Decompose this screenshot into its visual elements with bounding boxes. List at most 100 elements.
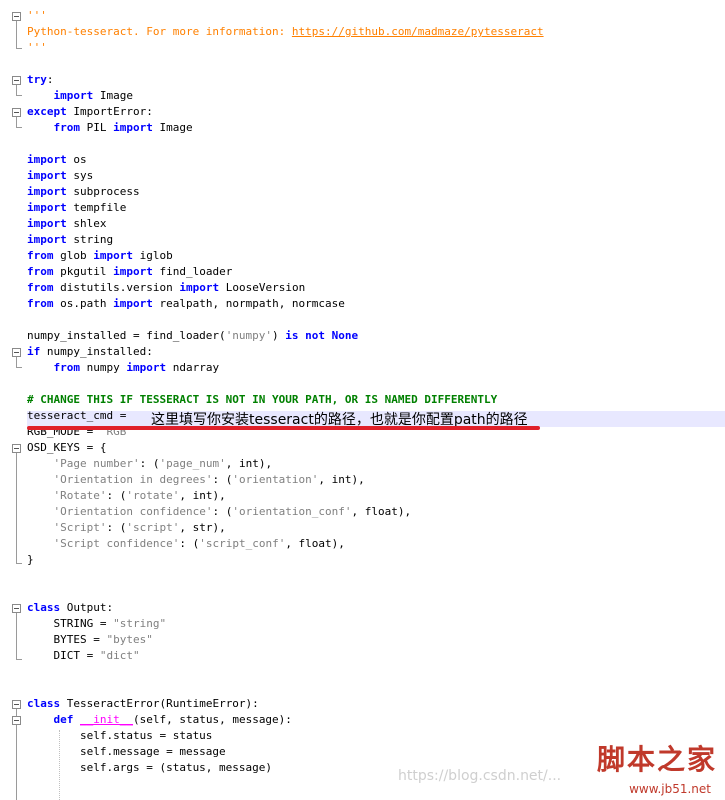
code-line[interactable]: DICT = "dict" (27, 648, 544, 664)
keyword: import (113, 265, 153, 278)
code-line[interactable] (27, 584, 544, 600)
fold-toggle-icon[interactable] (12, 348, 21, 357)
code-editor[interactable]: ''' Python-tesseract. For more informatio… (0, 0, 725, 800)
code-line[interactable]: import tempfile (27, 200, 544, 216)
string-literal: 'orientation' (232, 473, 319, 486)
fold-toggle-icon[interactable] (12, 700, 21, 709)
string-literal: 'script' (126, 521, 180, 534)
code-line[interactable]: self.message = message (27, 744, 544, 760)
code-text: distutils.version (53, 281, 180, 294)
code-line[interactable]: import shlex (27, 216, 544, 232)
code-line[interactable] (27, 568, 544, 584)
code-line[interactable]: except ImportError: (27, 104, 544, 120)
doc-link[interactable]: https://github.com/madmaze/pytesseract (292, 25, 544, 38)
code-line[interactable]: 'Script': ('script', str), (27, 520, 544, 536)
fold-end (16, 127, 22, 128)
code-line[interactable]: STRING = "string" (27, 616, 544, 632)
code-line[interactable]: # CHANGE THIS IF TESSERACT IS NOT IN YOU… (27, 392, 544, 408)
code-line[interactable]: def __init__(self, status, message): (27, 712, 544, 728)
fold-toggle-icon[interactable] (12, 716, 21, 725)
fold-end (16, 95, 22, 96)
code-text: Image (93, 89, 133, 102)
code-line[interactable]: numpy_installed = find_loader('numpy') i… (27, 328, 544, 344)
code-area[interactable]: ''' Python-tesseract. For more informatio… (27, 8, 544, 776)
code-text: : ( (106, 521, 127, 534)
code-line[interactable]: import Image (27, 88, 544, 104)
code-line[interactable]: from glob import iglob (27, 248, 544, 264)
keyword: import (27, 169, 67, 182)
code-line[interactable] (27, 312, 544, 328)
code-line[interactable]: 'Page number': ('page_num', int), (27, 456, 544, 472)
code-line[interactable]: ''' (27, 8, 544, 24)
code-line[interactable]: self.status = status (27, 728, 544, 744)
fold-end (16, 563, 22, 564)
code-line[interactable] (27, 680, 544, 696)
code-line[interactable]: import string (27, 232, 544, 248)
docstring: ''' (27, 9, 47, 22)
code-text: sys (66, 169, 94, 182)
code-line[interactable] (27, 136, 544, 152)
code-line[interactable]: try: (27, 72, 544, 88)
string-literal: 'Script confidence' (53, 537, 180, 550)
code-text: ndarray (166, 361, 220, 374)
code-line[interactable]: 'Script confidence': ('script_conf', flo… (27, 536, 544, 552)
code-line[interactable]: 'Rotate': ('rotate', int), (27, 488, 544, 504)
code-line[interactable]: import subprocess (27, 184, 544, 200)
keyword: class (27, 601, 61, 614)
code-line[interactable]: from distutils.version import LooseVersi… (27, 280, 544, 296)
string-literal: 'Rotate' (53, 489, 107, 502)
code-line[interactable]: class Output: (27, 600, 544, 616)
keyword: import (113, 121, 153, 134)
code-line[interactable]: class TesseractError(RuntimeError): (27, 696, 544, 712)
code-line[interactable]: import sys (27, 168, 544, 184)
code-text: PIL (80, 121, 114, 134)
keyword: from (27, 297, 54, 310)
code-line[interactable]: Python-tesseract. For more information: … (27, 24, 544, 40)
function-name: __init__ (80, 713, 133, 726)
code-line[interactable]: from os.path import realpath, normpath, … (27, 296, 544, 312)
code-text: realpath, normpath, normcase (152, 297, 345, 310)
fold-line (16, 453, 17, 563)
code-text: self.status = status (27, 729, 213, 742)
keyword: class (27, 697, 61, 710)
code-text: STRING = (27, 617, 114, 630)
keyword: import (179, 281, 220, 294)
keyword: from (27, 265, 54, 278)
fold-toggle-icon[interactable] (12, 76, 21, 85)
code-line[interactable]: from PIL import Image (27, 120, 544, 136)
code-line[interactable]: ''' (27, 40, 544, 56)
fold-toggle-icon[interactable] (12, 444, 21, 453)
code-text: subprocess (66, 185, 140, 198)
code-text: shlex (66, 217, 107, 230)
code-line[interactable]: import os (27, 152, 544, 168)
code-line[interactable]: 'Orientation in degrees': ('orientation'… (27, 472, 544, 488)
code-text: Image (152, 121, 193, 134)
string-literal: "bytes" (106, 633, 153, 646)
keyword: is not (285, 329, 326, 342)
code-line[interactable]: from pkgutil import find_loader (27, 264, 544, 280)
code-line[interactable]: BYTES = "bytes" (27, 632, 544, 648)
fold-toggle-icon[interactable] (12, 604, 21, 613)
code-text: : ( (212, 505, 233, 518)
code-text: , int), (179, 489, 226, 502)
code-line[interactable]: OSD_KEYS = { (27, 440, 544, 456)
code-text: numpy_installed = find_loader( (27, 329, 226, 342)
code-line[interactable]: if numpy_installed: (27, 344, 544, 360)
code-line[interactable] (27, 56, 544, 72)
fold-toggle-icon[interactable] (12, 12, 21, 21)
code-line[interactable]: } (27, 552, 544, 568)
code-line[interactable] (27, 664, 544, 680)
code-text: OSD_KEYS = { (27, 441, 107, 454)
code-line[interactable]: 'Orientation confidence': ('orientation_… (27, 504, 544, 520)
keyword: import (27, 153, 67, 166)
keyword: from (53, 361, 81, 374)
code-line[interactable] (27, 376, 544, 392)
docstring: Python-tesseract. For more information: (27, 25, 292, 38)
fold-toggle-icon[interactable] (12, 108, 21, 117)
code-line[interactable]: from numpy import ndarray (27, 360, 544, 376)
code-text: iglob (133, 249, 173, 262)
